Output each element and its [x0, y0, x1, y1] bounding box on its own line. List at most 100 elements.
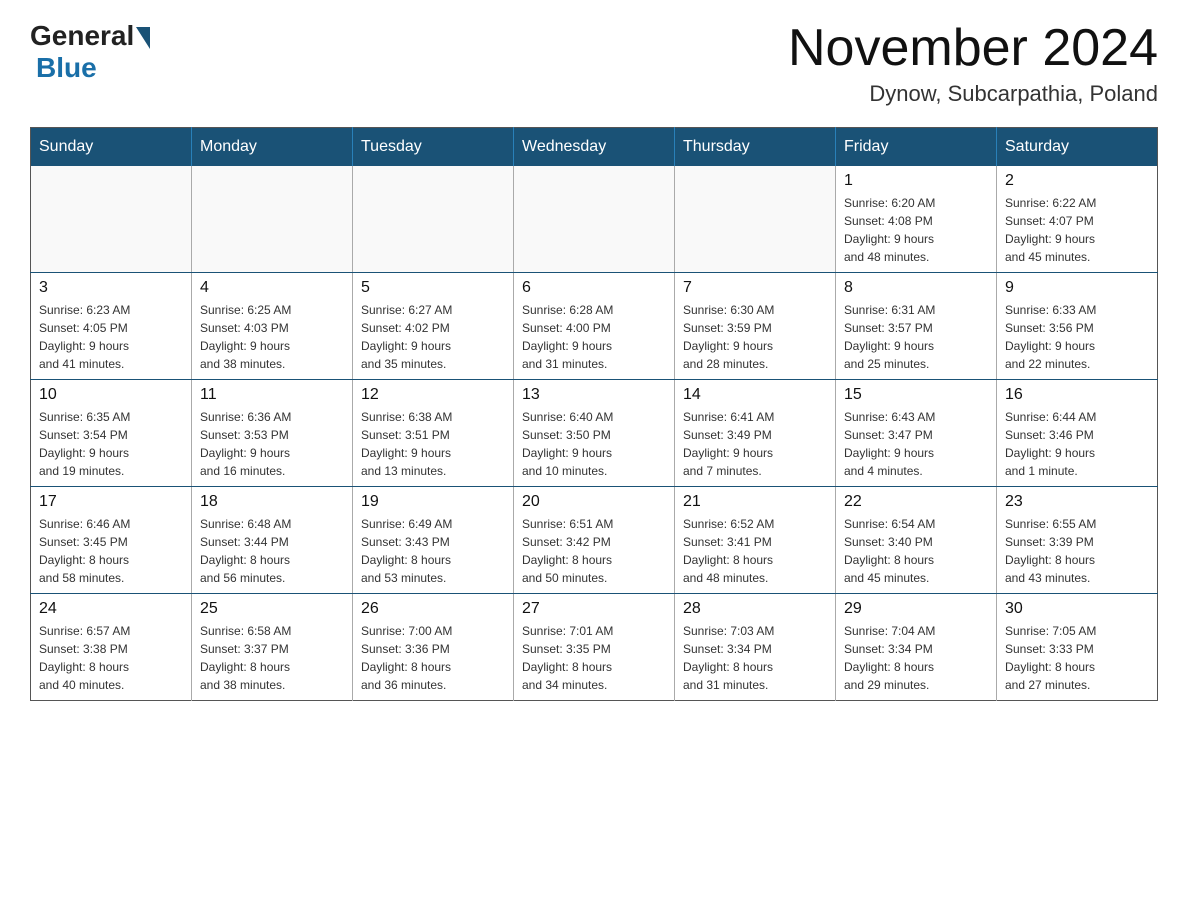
calendar-cell: 25 Sunrise: 6:58 AMSunset: 3:37 PMDayligh… — [192, 594, 353, 701]
calendar-cell: 23 Sunrise: 6:55 AMSunset: 3:39 PMDayligh… — [997, 487, 1158, 594]
day-info: Sunrise: 6:48 AMSunset: 3:44 PMDaylight:… — [200, 515, 344, 587]
week-row-1: 1 Sunrise: 6:20 AMSunset: 4:08 PMDaylight… — [31, 166, 1158, 273]
header-row: SundayMondayTuesdayWednesdayThursdayFrid… — [31, 128, 1158, 167]
day-number: 11 — [200, 386, 344, 404]
day-number: 18 — [200, 493, 344, 511]
week-row-4: 17 Sunrise: 6:46 AMSunset: 3:45 PMDayligh… — [31, 487, 1158, 594]
day-number: 24 — [39, 600, 183, 618]
header-thursday: Thursday — [675, 128, 836, 167]
day-info: Sunrise: 7:01 AMSunset: 3:35 PMDaylight:… — [522, 622, 666, 694]
calendar-cell: 7Sunrise: 6:30 AMSunset: 3:59 PMDaylight… — [675, 273, 836, 380]
location-subtitle: Dynow, Subcarpathia, Poland — [788, 81, 1158, 107]
header-wednesday: Wednesday — [514, 128, 675, 167]
day-number: 23 — [1005, 493, 1149, 511]
day-info: Sunrise: 6:51 AMSunset: 3:42 PMDaylight:… — [522, 515, 666, 587]
calendar-cell: 10 Sunrise: 6:35 AMSunset: 3:54 PMDayligh… — [31, 380, 192, 487]
week-row-5: 24 Sunrise: 6:57 AMSunset: 3:38 PMDayligh… — [31, 594, 1158, 701]
day-number: 9 — [1005, 279, 1149, 297]
calendar-cell: 14 Sunrise: 6:41 AMSunset: 3:49 PMDayligh… — [675, 380, 836, 487]
header-friday: Friday — [836, 128, 997, 167]
day-number: 22 — [844, 493, 988, 511]
day-info: Sunrise: 6:43 AMSunset: 3:47 PMDaylight:… — [844, 408, 988, 480]
day-info: Sunrise: 6:27 AMSunset: 4:02 PMDaylight:… — [361, 301, 505, 373]
day-info: Sunrise: 6:22 AMSunset: 4:07 PMDaylight:… — [1005, 194, 1149, 266]
day-info: Sunrise: 6:44 AMSunset: 3:46 PMDaylight:… — [1005, 408, 1149, 480]
day-number: 17 — [39, 493, 183, 511]
day-info: Sunrise: 6:46 AMSunset: 3:45 PMDaylight:… — [39, 515, 183, 587]
calendar-cell: 4Sunrise: 6:25 AMSunset: 4:03 PMDaylight… — [192, 273, 353, 380]
day-number: 16 — [1005, 386, 1149, 404]
calendar-cell: 5 Sunrise: 6:27 AMSunset: 4:02 PMDaylight… — [353, 273, 514, 380]
day-info: Sunrise: 6:28 AMSunset: 4:00 PMDaylight:… — [522, 301, 666, 373]
day-info: Sunrise: 6:31 AMSunset: 3:57 PMDaylight:… — [844, 301, 988, 373]
day-number: 13 — [522, 386, 666, 404]
calendar-cell — [675, 166, 836, 273]
week-row-3: 10 Sunrise: 6:35 AMSunset: 3:54 PMDayligh… — [31, 380, 1158, 487]
calendar-body: 1 Sunrise: 6:20 AMSunset: 4:08 PMDaylight… — [31, 166, 1158, 701]
logo-general-text: General — [30, 20, 134, 52]
day-info: Sunrise: 6:20 AMSunset: 4:08 PMDaylight:… — [844, 194, 988, 266]
day-info: Sunrise: 6:30 AMSunset: 3:59 PMDaylight:… — [683, 301, 827, 373]
day-number: 5 — [361, 279, 505, 297]
day-number: 14 — [683, 386, 827, 404]
day-number: 6 — [522, 279, 666, 297]
calendar-cell — [514, 166, 675, 273]
month-title: November 2024 — [788, 20, 1158, 77]
calendar-cell: 12Sunrise: 6:38 AMSunset: 3:51 PMDayligh… — [353, 380, 514, 487]
header-sunday: Sunday — [31, 128, 192, 167]
logo: General Blue — [30, 20, 150, 84]
day-number: 8 — [844, 279, 988, 297]
day-info: Sunrise: 6:57 AMSunset: 3:38 PMDaylight:… — [39, 622, 183, 694]
day-info: Sunrise: 6:52 AMSunset: 3:41 PMDaylight:… — [683, 515, 827, 587]
calendar-cell: 15 Sunrise: 6:43 AMSunset: 3:47 PMDayligh… — [836, 380, 997, 487]
day-info: Sunrise: 6:55 AMSunset: 3:39 PMDaylight:… — [1005, 515, 1149, 587]
day-number: 25 — [200, 600, 344, 618]
day-number: 15 — [844, 386, 988, 404]
calendar-cell — [353, 166, 514, 273]
calendar-cell: 26 Sunrise: 7:00 AMSunset: 3:36 PMDayligh… — [353, 594, 514, 701]
day-number: 1 — [844, 172, 988, 190]
logo-blue-text: Blue — [36, 52, 97, 83]
day-number: 4 — [200, 279, 344, 297]
calendar-cell: 13 Sunrise: 6:40 AMSunset: 3:50 PMDayligh… — [514, 380, 675, 487]
logo-arrow-icon — [136, 27, 150, 49]
day-info: Sunrise: 6:33 AMSunset: 3:56 PMDaylight:… — [1005, 301, 1149, 373]
calendar-cell: 20Sunrise: 6:51 AMSunset: 3:42 PMDayligh… — [514, 487, 675, 594]
calendar-table: SundayMondayTuesdayWednesdayThursdayFrid… — [30, 127, 1158, 701]
day-number: 12 — [361, 386, 505, 404]
calendar-cell: 18 Sunrise: 6:48 AMSunset: 3:44 PMDayligh… — [192, 487, 353, 594]
day-info: Sunrise: 6:23 AMSunset: 4:05 PMDaylight:… — [39, 301, 183, 373]
day-info: Sunrise: 6:41 AMSunset: 3:49 PMDaylight:… — [683, 408, 827, 480]
calendar-cell: 11 Sunrise: 6:36 AMSunset: 3:53 PMDayligh… — [192, 380, 353, 487]
calendar-header: SundayMondayTuesdayWednesdayThursdayFrid… — [31, 128, 1158, 167]
day-number: 3 — [39, 279, 183, 297]
day-info: Sunrise: 6:40 AMSunset: 3:50 PMDaylight:… — [522, 408, 666, 480]
day-number: 21 — [683, 493, 827, 511]
calendar-cell: 17 Sunrise: 6:46 AMSunset: 3:45 PMDayligh… — [31, 487, 192, 594]
header-monday: Monday — [192, 128, 353, 167]
day-info: Sunrise: 6:35 AMSunset: 3:54 PMDaylight:… — [39, 408, 183, 480]
calendar-cell: 24 Sunrise: 6:57 AMSunset: 3:38 PMDayligh… — [31, 594, 192, 701]
day-info: Sunrise: 6:36 AMSunset: 3:53 PMDaylight:… — [200, 408, 344, 480]
day-number: 19 — [361, 493, 505, 511]
calendar-cell: 29Sunrise: 7:04 AMSunset: 3:34 PMDayligh… — [836, 594, 997, 701]
day-info: Sunrise: 7:00 AMSunset: 3:36 PMDaylight:… — [361, 622, 505, 694]
header: General Blue November 2024 Dynow, Subcar… — [30, 20, 1158, 107]
day-number: 27 — [522, 600, 666, 618]
calendar-cell — [192, 166, 353, 273]
calendar-cell: 6 Sunrise: 6:28 AMSunset: 4:00 PMDaylight… — [514, 273, 675, 380]
calendar-cell: 27 Sunrise: 7:01 AMSunset: 3:35 PMDayligh… — [514, 594, 675, 701]
calendar-cell — [31, 166, 192, 273]
header-tuesday: Tuesday — [353, 128, 514, 167]
day-number: 26 — [361, 600, 505, 618]
day-info: Sunrise: 6:58 AMSunset: 3:37 PMDaylight:… — [200, 622, 344, 694]
calendar-cell: 30Sunrise: 7:05 AMSunset: 3:33 PMDayligh… — [997, 594, 1158, 701]
calendar-cell: 8 Sunrise: 6:31 AMSunset: 3:57 PMDaylight… — [836, 273, 997, 380]
title-area: November 2024 Dynow, Subcarpathia, Polan… — [788, 20, 1158, 107]
day-info: Sunrise: 7:03 AMSunset: 3:34 PMDaylight:… — [683, 622, 827, 694]
calendar-cell: 2Sunrise: 6:22 AMSunset: 4:07 PMDaylight… — [997, 166, 1158, 273]
day-info: Sunrise: 6:49 AMSunset: 3:43 PMDaylight:… — [361, 515, 505, 587]
day-number: 30 — [1005, 600, 1149, 618]
header-saturday: Saturday — [997, 128, 1158, 167]
day-number: 10 — [39, 386, 183, 404]
